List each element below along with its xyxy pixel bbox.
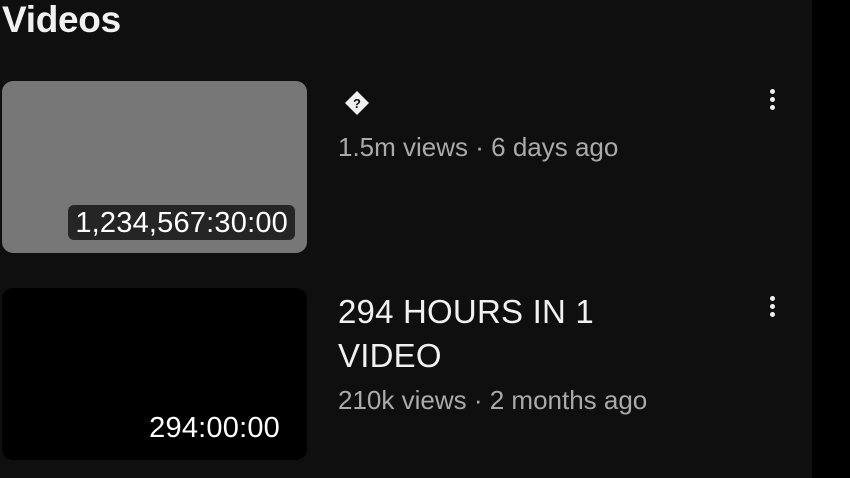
section-title: Videos bbox=[2, 0, 121, 40]
video-stats: 210k views · 2 months ago bbox=[338, 385, 648, 415]
more-vertical-icon[interactable] bbox=[760, 292, 786, 322]
video-stats: 1.5m views · 6 days ago bbox=[338, 132, 619, 162]
more-vertical-icon[interactable] bbox=[760, 85, 786, 115]
screen-edge bbox=[812, 0, 850, 478]
svg-text:?: ? bbox=[353, 96, 361, 111]
video-thumbnail[interactable]: 1,234,567:30:00 bbox=[2, 81, 307, 253]
video-item[interactable]: 294:00:00 294 HOURS IN 1 VIDEO 210k view… bbox=[0, 288, 812, 460]
video-thumbnail[interactable]: 294:00:00 bbox=[2, 288, 307, 460]
unknown-character-icon: ? bbox=[345, 91, 369, 115]
duration-badge: 1,234,567:30:00 bbox=[68, 205, 295, 240]
video-item[interactable]: 1,234,567:30:00 ? 1.5m views · 6 days ag… bbox=[0, 81, 812, 253]
video-title[interactable]: 294 HOURS IN 1 VIDEO bbox=[338, 290, 668, 378]
duration-badge: 294:00:00 bbox=[149, 412, 280, 444]
videos-screen: Videos 1,234,567:30:00 ? 1.5m views · 6 … bbox=[0, 0, 812, 478]
